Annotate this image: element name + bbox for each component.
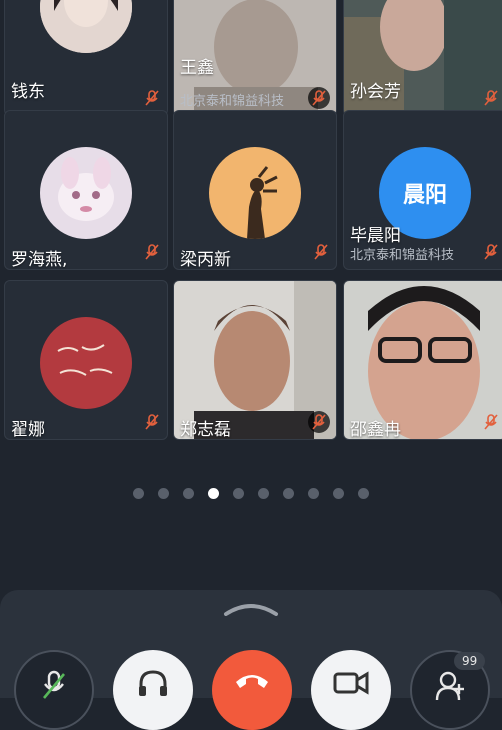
page-dot-active[interactable] [208,488,219,499]
mic-muted-icon [314,244,328,260]
page-dot[interactable] [233,488,244,499]
headphones-icon [139,670,167,696]
expand-handle-icon[interactable] [222,602,280,616]
control-panel: 99 [0,590,502,730]
mic-muted-icon [145,244,159,260]
participant-name: 邵鑫冉 [350,420,401,440]
participant-tile[interactable]: 钱东 [4,0,168,116]
participant-name: 毕晨阳 [350,226,401,246]
video-camera-icon [333,671,369,695]
add-person-icon [435,671,464,700]
mic-muted-icon [484,414,498,430]
participant-count-badge: 99 [454,652,486,670]
participant-name: 翟娜 [11,420,45,440]
participant-avatar [40,147,132,239]
mute-mic-button[interactable] [14,650,94,730]
participant-tile[interactable]: 邵鑫冉 [343,280,502,440]
participant-name: 梁丙新 [180,250,231,270]
page-dot[interactable] [358,488,369,499]
page-dot[interactable] [183,488,194,499]
participant-avatar [209,147,301,239]
participant-org: 北京泰和锦益科技 [180,94,285,109]
page-indicator [0,488,502,499]
participant-tile[interactable]: 郑志磊 [173,280,337,440]
mic-off-icon [43,670,65,699]
mic-muted-icon [308,87,330,109]
mic-muted-icon [484,90,498,106]
page-dot[interactable] [133,488,144,499]
page-dot[interactable] [308,488,319,499]
participant-tile[interactable]: 晨阳 毕晨阳 北京泰和锦益科技 [343,110,502,270]
mic-muted-icon [308,411,330,433]
hang-up-button[interactable] [212,650,292,730]
participant-name: 王鑫 [180,58,214,78]
participant-avatar [40,0,132,53]
participant-org: 北京泰和锦益科技 [350,248,455,263]
participant-avatar [40,317,132,409]
participant-name: 钱东 [11,82,45,102]
page-dot[interactable] [283,488,294,499]
hang-up-icon [236,675,268,688]
mic-muted-icon [145,90,159,106]
camera-button[interactable] [311,650,391,730]
participant-name: 孙会芳 [350,82,401,102]
participant-grid: 钱东 王鑫 北京泰和锦益科技 孙会芳 罗海燕, 梁丙新 晨阳 毕晨阳 北京泰和锦… [0,0,502,445]
page-dot[interactable] [258,488,269,499]
participant-tile[interactable]: 王鑫 北京泰和锦益科技 [173,0,337,116]
mic-muted-icon [145,414,159,430]
page-dot[interactable] [158,488,169,499]
participant-name: 罗海燕, [11,250,68,270]
participant-tile[interactable]: 梁丙新 [173,110,337,270]
mic-muted-icon [484,244,498,260]
participant-tile[interactable]: 孙会芳 [343,0,502,116]
participant-tile[interactable]: 罗海燕, [4,110,168,270]
page-dot[interactable] [333,488,344,499]
participant-name: 郑志磊 [180,420,231,440]
participant-tile[interactable]: 翟娜 [4,280,168,440]
speaker-button[interactable] [113,650,193,730]
